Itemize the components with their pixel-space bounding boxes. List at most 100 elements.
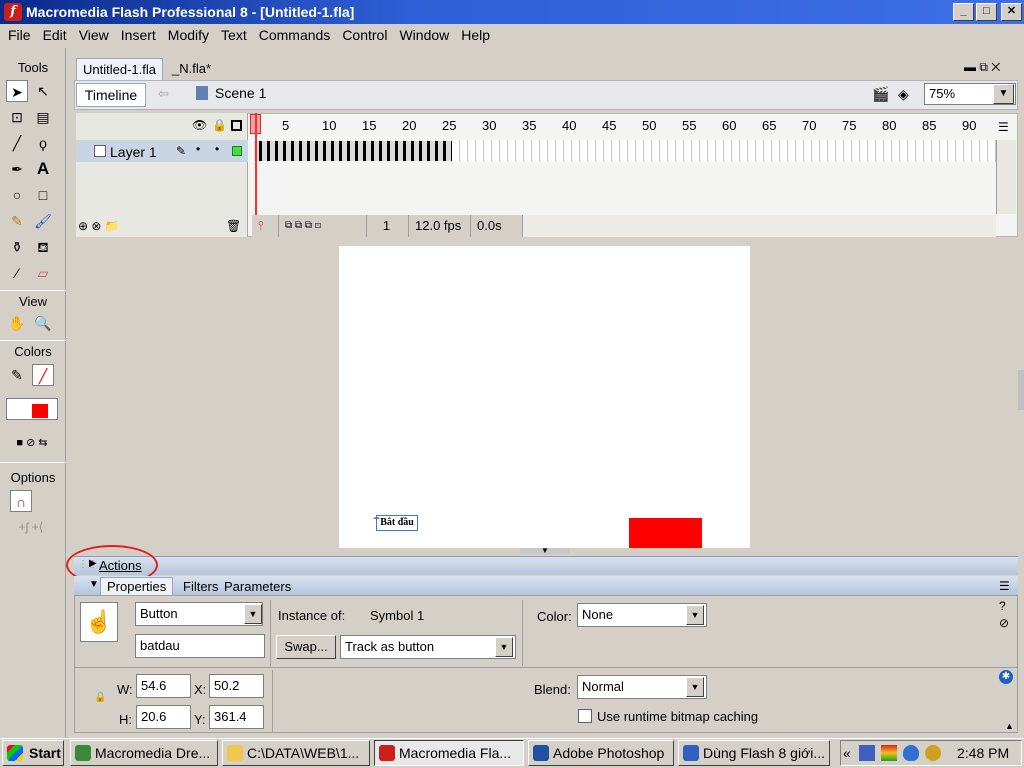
network-icon[interactable] xyxy=(859,745,875,761)
edit-scene-icon[interactable]: 🎬 xyxy=(872,86,889,103)
chevron-down-icon[interactable]: ▼ xyxy=(686,605,704,625)
smooth-straighten-icons[interactable]: +ʃ +⟨ xyxy=(6,516,56,538)
line-tool-icon[interactable]: ╱ xyxy=(6,132,28,154)
minimize-button[interactable]: _ xyxy=(953,3,974,21)
lock-dot[interactable]: • xyxy=(215,142,219,156)
brush-tool-icon[interactable]: 🖌 xyxy=(32,210,54,232)
menu-edit[interactable]: Edit xyxy=(37,25,73,45)
outline-icon[interactable] xyxy=(231,120,242,131)
lock-icon[interactable]: 🔒 xyxy=(212,118,227,132)
y-field[interactable]: 361.4 xyxy=(209,705,264,729)
accessibility-icon[interactable]: ✱ xyxy=(999,670,1013,684)
center-frame-icon[interactable]: ⫯ xyxy=(252,215,270,237)
lock-aspect-icon[interactable]: 🔒 xyxy=(94,692,106,703)
add-layer-icons[interactable]: ⊕ ⊗ 📁 xyxy=(78,219,120,233)
collapse-arrow-icon[interactable]: ▼ xyxy=(89,579,99,590)
properties-menu-icon[interactable]: ☰ xyxy=(999,579,1010,593)
red-rectangle[interactable] xyxy=(629,518,702,548)
layer-name[interactable]: Layer 1 xyxy=(110,144,157,160)
ink-bottle-tool-icon[interactable]: ⚱ xyxy=(6,236,28,258)
help-icon[interactable]: ? xyxy=(999,599,1006,613)
menu-control[interactable]: Control xyxy=(336,25,393,45)
edit-symbols-icon[interactable]: ◈ xyxy=(898,86,909,103)
chevron-down-icon[interactable]: ▼ xyxy=(993,84,1014,104)
x-field[interactable]: 50.2 xyxy=(209,674,264,698)
free-transform-tool-icon[interactable]: ⊡ xyxy=(6,106,28,128)
edit-icon[interactable]: ⊘ xyxy=(999,616,1009,630)
onion-skin-icons[interactable]: ⧉ ⧉ ⧉ ⊡ xyxy=(278,215,327,237)
track-select[interactable]: Track as button xyxy=(340,635,516,659)
color-swap-icons[interactable]: ■ ⊘ ⇆ xyxy=(6,432,58,454)
menu-insert[interactable]: Insert xyxy=(115,25,162,45)
eraser-tool-icon[interactable]: ▱ xyxy=(32,262,54,284)
eyedropper-tool-icon[interactable]: ⁄ xyxy=(6,262,28,284)
selection-tool-icon[interactable]: ➤ xyxy=(6,80,28,102)
menu-commands[interactable]: Commands xyxy=(253,25,337,45)
actions-panel-bar[interactable] xyxy=(74,556,1018,575)
tab-properties[interactable]: Properties xyxy=(100,577,174,595)
fill-color-swatch[interactable] xyxy=(6,398,58,420)
taskbar-item-photoshop[interactable]: Adobe Photoshop xyxy=(528,740,674,766)
taskbar-item-dreamweaver[interactable]: Macromedia Dre... xyxy=(70,740,218,766)
start-button[interactable]: Start xyxy=(2,740,64,766)
visibility-dot[interactable]: • xyxy=(196,142,200,156)
maximize-button[interactable]: □ xyxy=(976,3,997,21)
antivirus-icon[interactable] xyxy=(925,745,941,761)
taskbar-item-flash[interactable]: Macromedia Fla... xyxy=(374,740,524,766)
menu-file[interactable]: File xyxy=(2,25,37,45)
fill-transform-tool-icon[interactable]: ▤ xyxy=(32,106,54,128)
rectangle-tool-icon[interactable]: □ xyxy=(32,184,54,206)
pencil-tool-icon[interactable]: ✎ xyxy=(6,210,28,232)
filled-frames[interactable] xyxy=(254,141,452,161)
taskbar-item-explorer[interactable]: C:\DATA\WEB\1... xyxy=(222,740,370,766)
collapse-up-icon[interactable]: ▲ xyxy=(1005,721,1014,731)
stage[interactable] xyxy=(339,246,750,548)
tab-filters[interactable]: Filters xyxy=(183,579,218,594)
panel-collapse-handle[interactable]: ▼ xyxy=(520,547,570,555)
menu-text[interactable]: Text xyxy=(215,25,253,45)
frame-rate[interactable]: 12.0 fps xyxy=(408,215,467,237)
chevron-down-icon[interactable]: ▼ xyxy=(244,604,262,624)
menu-window[interactable]: Window xyxy=(393,25,455,45)
right-panel-handle[interactable] xyxy=(1018,370,1024,410)
timeline-horizontal-scrollbar[interactable] xyxy=(522,215,996,237)
close-button[interactable]: ✕ xyxy=(1001,3,1022,21)
taskbar-item-word[interactable]: Dùng Flash 8 giới... xyxy=(678,740,830,766)
button-instance[interactable]: Bắt đầu xyxy=(376,515,418,531)
hand-tool-icon[interactable]: ✋ xyxy=(6,312,28,334)
menu-help[interactable]: Help xyxy=(455,25,496,45)
menu-modify[interactable]: Modify xyxy=(162,25,215,45)
tray-chevron-icon[interactable]: « xyxy=(843,741,851,765)
playhead[interactable] xyxy=(255,113,257,215)
traffic-light-icon[interactable] xyxy=(881,745,897,761)
timeline-toggle-button[interactable]: Timeline xyxy=(76,83,146,107)
delete-layer-icon[interactable]: 🗑 xyxy=(226,219,241,233)
paint-bucket-tool-icon[interactable]: ⛾ xyxy=(32,236,54,258)
shield-icon[interactable] xyxy=(903,745,919,761)
cache-checkbox[interactable] xyxy=(578,709,592,723)
instance-name-field[interactable]: batdau xyxy=(135,634,265,658)
layer-color-swatch[interactable] xyxy=(232,146,242,156)
tab-n-fla[interactable]: _N.fla* xyxy=(166,58,217,80)
width-field[interactable]: 54.6 xyxy=(136,674,191,698)
oval-tool-icon[interactable]: ○ xyxy=(6,184,28,206)
lasso-tool-icon[interactable]: ϙ xyxy=(32,132,54,154)
swap-button[interactable]: Swap... xyxy=(276,635,336,659)
pen-tool-icon[interactable]: ✒ xyxy=(6,158,28,180)
timeline-menu-icon[interactable]: ☰ xyxy=(998,120,1009,134)
tab-untitled-1[interactable]: Untitled-1.fla xyxy=(76,58,163,80)
back-arrow-icon[interactable]: ⇦ xyxy=(158,86,169,102)
height-field[interactable]: 20.6 xyxy=(136,705,191,729)
zoom-tool-icon[interactable]: 🔍 xyxy=(32,312,54,334)
tab-parameters[interactable]: Parameters xyxy=(224,579,291,594)
eye-icon[interactable]: 👁 xyxy=(192,118,207,132)
panel-window-controls[interactable]: ▬ ⧉ ✕ xyxy=(964,60,1000,75)
subselection-tool-icon[interactable]: ↖ xyxy=(32,80,54,102)
chevron-down-icon[interactable]: ▼ xyxy=(495,637,513,657)
text-tool-icon[interactable]: A xyxy=(32,158,54,180)
chevron-down-icon[interactable]: ▼ xyxy=(686,677,704,697)
stroke-color-icon[interactable]: ✎ xyxy=(6,364,28,386)
snap-magnet-icon[interactable]: ∩ xyxy=(10,490,32,512)
timeline-vertical-scrollbar[interactable] xyxy=(996,140,1016,214)
menu-view[interactable]: View xyxy=(73,25,115,45)
